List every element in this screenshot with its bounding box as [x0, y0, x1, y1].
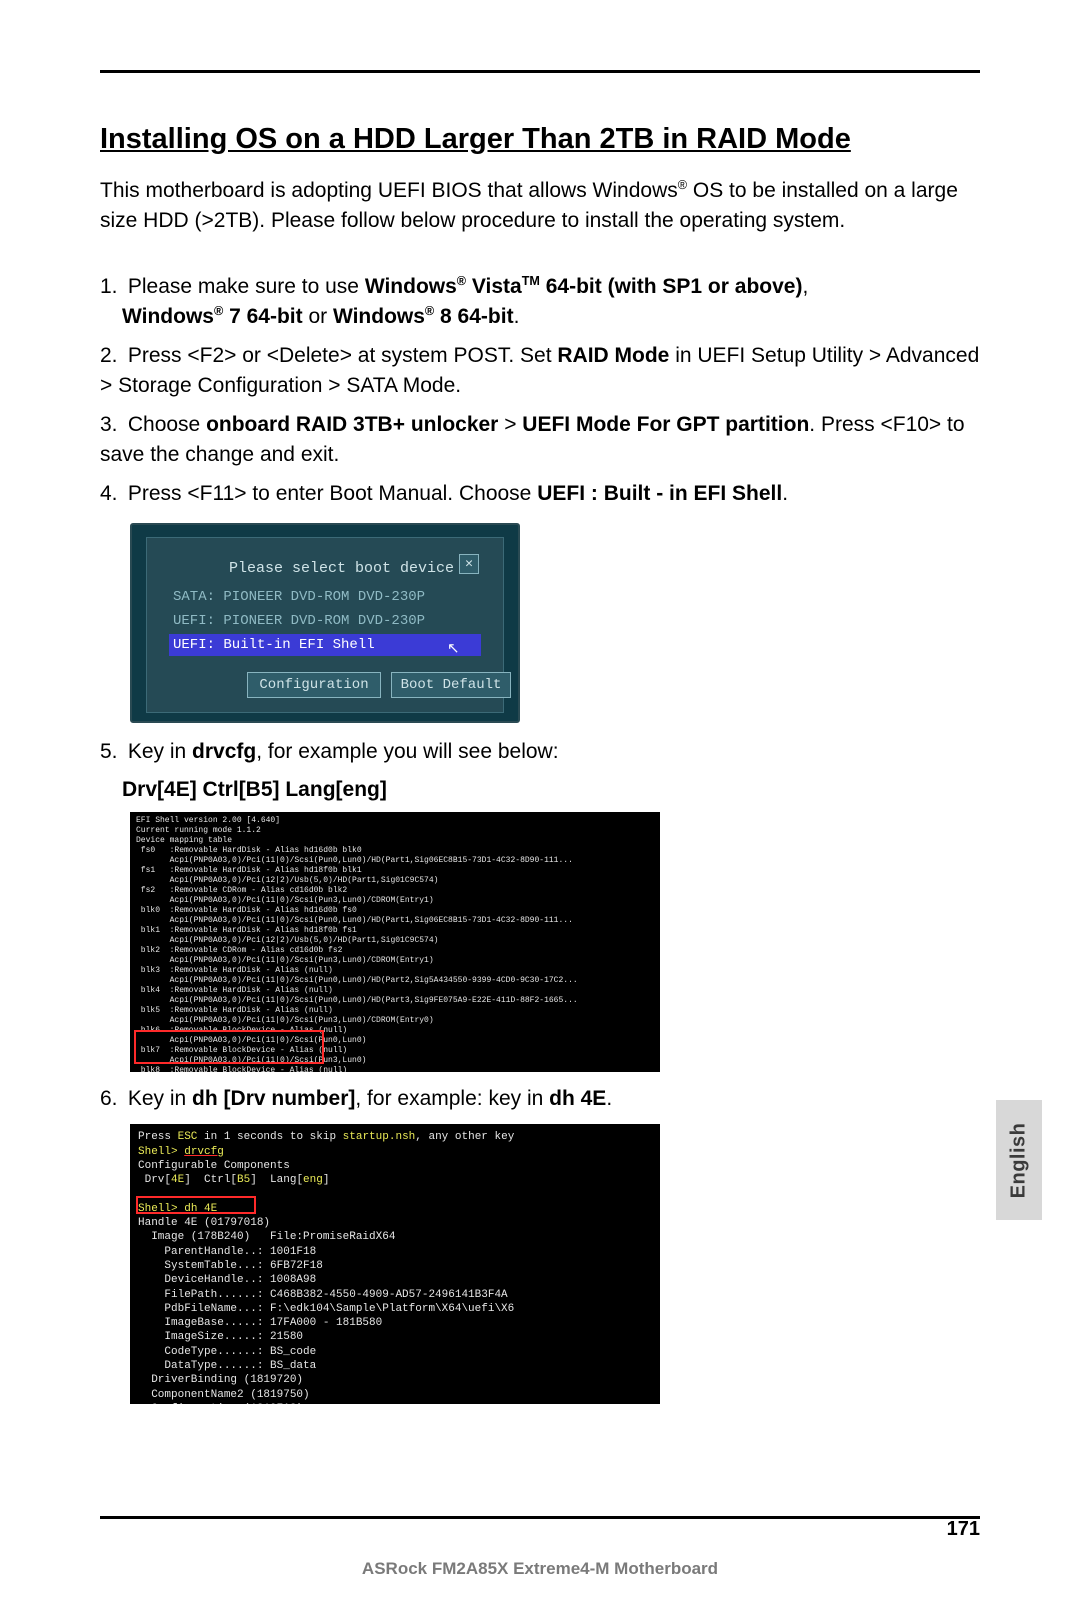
red-highlight-box: [136, 1196, 256, 1214]
trademark-icon: TM: [522, 274, 540, 288]
t: Press <F2> or <Delete> at system POST. S…: [128, 344, 558, 367]
t: 8 64-bit: [434, 305, 513, 328]
page-title: Installing OS on a HDD Larger Than 2TB i…: [100, 123, 980, 156]
t: dh [Drv number]: [192, 1087, 355, 1110]
step-num: 2.: [100, 341, 122, 371]
boot-default-button: Boot Default: [391, 672, 511, 698]
step-6: 6. Key in dh [Drv number], for example: …: [100, 1084, 980, 1114]
t: Vista: [466, 275, 522, 298]
t: , any other key: [415, 1131, 514, 1143]
registered-icon: ®: [425, 304, 434, 318]
language-label: English: [1008, 1122, 1031, 1198]
boot-panel: Please select boot device ✕ SATA: PIONEE…: [146, 537, 504, 713]
shell-text-2: Press ESC in 1 seconds to skip startup.n…: [130, 1124, 660, 1404]
step-num: 5.: [100, 737, 122, 767]
step-3: 3. Choose onboard RAID 3TB+ unlocker > U…: [100, 410, 980, 471]
t: UEFI Mode For GPT partition: [522, 413, 809, 436]
efi-shell-screenshot-2: Press ESC in 1 seconds to skip startup.n…: [130, 1124, 660, 1404]
step-4: 4. Press <F11> to enter Boot Manual. Cho…: [100, 479, 980, 509]
boot-option-3-selected: UEFI: Built-in EFI Shell: [169, 634, 481, 656]
t: drvcfg: [192, 740, 256, 763]
t: RAID Mode: [557, 344, 669, 367]
t: Drv[: [138, 1174, 171, 1186]
step-num: 4.: [100, 479, 122, 509]
t: dh 4E: [549, 1087, 606, 1110]
intro-paragraph: This motherboard is adopting UEFI BIOS t…: [100, 176, 980, 237]
t: Windows: [365, 275, 457, 298]
registered-icon: ®: [678, 178, 687, 192]
efi-shell-screenshot-1: EFI Shell version 2.00 [4.640] Current r…: [130, 812, 660, 1072]
step-num: 3.: [100, 410, 122, 440]
t: Press <F11> to enter Boot Manual. Choose: [128, 482, 537, 505]
close-icon: ✕: [459, 554, 479, 574]
t: Choose: [128, 413, 206, 436]
t: , for example you will see below:: [256, 740, 558, 763]
language-tab: English: [996, 1100, 1042, 1220]
boot-option-2: UEFI: PIONEER DVD-ROM DVD-230P: [169, 610, 481, 632]
bottom-rule: [100, 1516, 980, 1519]
t: Key in: [128, 740, 192, 763]
step-1: 1. Please make sure to use Windows® Vist…: [100, 272, 980, 333]
t: Key in: [128, 1087, 192, 1110]
t: onboard RAID 3TB+ unlocker: [206, 413, 498, 436]
t: in 1 seconds to skip: [197, 1131, 342, 1143]
t: Windows: [122, 305, 214, 328]
t: 64-bit (with SP1 or above): [540, 275, 803, 298]
intro-text-1: This motherboard is adopting UEFI BIOS t…: [100, 179, 678, 202]
boot-header: Please select boot device: [229, 558, 454, 580]
t: drvcfg: [184, 1146, 224, 1158]
t: eng: [303, 1174, 323, 1186]
configuration-button: Configuration: [247, 672, 381, 698]
t: ,: [802, 275, 808, 298]
t: ESC: [178, 1131, 198, 1143]
t: Please make sure to use: [128, 275, 365, 298]
t: 7 64-bit: [223, 305, 302, 328]
t: Configurable Components: [138, 1160, 290, 1172]
page-number: 171: [947, 1518, 980, 1541]
cursor-icon: ↖: [447, 638, 460, 660]
t: Shell>: [138, 1146, 184, 1158]
t: B5: [237, 1174, 250, 1186]
t: , for example: key in: [355, 1087, 549, 1110]
step-num: 1.: [100, 272, 122, 302]
boot-device-screenshot: Please select boot device ✕ SATA: PIONEE…: [130, 523, 520, 723]
t: ]: [323, 1174, 330, 1186]
registered-icon: ®: [214, 304, 223, 318]
drv-output-line: Drv[4E] Ctrl[B5] Lang[eng]: [100, 775, 980, 805]
t: .: [782, 482, 788, 505]
t: or: [303, 305, 333, 328]
t: 4E: [171, 1174, 184, 1186]
red-highlight-box: [134, 1030, 324, 1064]
top-rule: [100, 70, 980, 73]
registered-icon: ®: [457, 274, 466, 288]
t: .: [606, 1087, 612, 1110]
t: Windows: [333, 305, 425, 328]
step-2: 2. Press <F2> or <Delete> at system POST…: [100, 341, 980, 402]
t: ] Lang[: [250, 1174, 303, 1186]
t: UEFI : Built - in EFI Shell: [537, 482, 782, 505]
boot-option-1: SATA: PIONEER DVD-ROM DVD-230P: [169, 586, 481, 608]
t: startup.nsh: [343, 1131, 416, 1143]
step-5: 5. Key in drvcfg, for example you will s…: [100, 737, 980, 767]
steps-list: 1. Please make sure to use Windows® Vist…: [100, 272, 980, 1404]
t: .: [514, 305, 520, 328]
t: Press: [138, 1131, 178, 1143]
step-num: 6.: [100, 1084, 122, 1114]
t: Handle 4E (01797018) Image (178B240) Fil…: [138, 1217, 514, 1404]
t: >: [498, 413, 522, 436]
footer-text: ASRock FM2A85X Extreme4-M Motherboard: [100, 1559, 980, 1579]
t: ] Ctrl[: [184, 1174, 237, 1186]
